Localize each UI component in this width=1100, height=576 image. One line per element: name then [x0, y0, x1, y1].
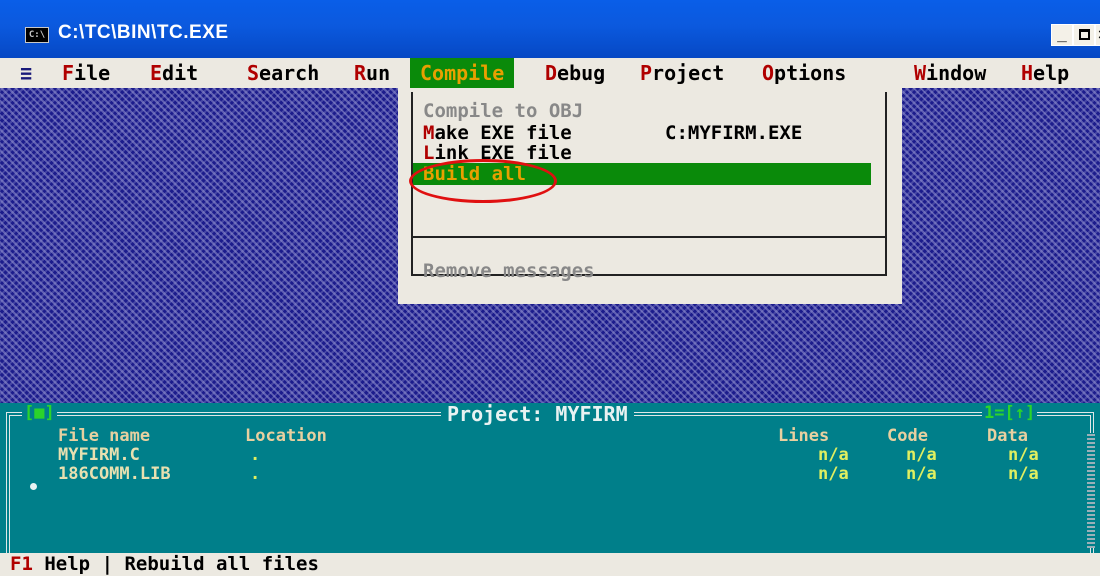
- menu-window[interactable]: Window: [914, 61, 986, 85]
- location-cell: .: [250, 445, 261, 465]
- minimize-button[interactable]: _: [1051, 24, 1073, 46]
- menu-run[interactable]: Run: [354, 61, 390, 85]
- menu-label: un: [366, 61, 391, 85]
- menu-label: ebug: [557, 61, 606, 85]
- item-hotkey: M: [423, 122, 435, 144]
- maximize-button[interactable]: [1073, 24, 1095, 46]
- col-header-file-name: File name: [58, 426, 151, 446]
- menu-search[interactable]: Search: [247, 61, 319, 85]
- data-cell: n/a: [1008, 445, 1039, 465]
- list-marker-icon: [30, 483, 37, 490]
- location-cell: .: [250, 464, 261, 484]
- highlight-ellipse: [409, 159, 557, 203]
- col-header-data: Data: [987, 426, 1028, 446]
- menu-label: ompile: [432, 61, 505, 85]
- lines-cell: n/a: [818, 464, 849, 484]
- menu-hotkey: F: [62, 61, 75, 85]
- console-icon[interactable]: C:\: [25, 27, 49, 43]
- menu-hotkey: C: [420, 61, 433, 85]
- dos-screen: ≡ File Edit Search Run Compile Debug Pro…: [0, 58, 1100, 576]
- col-header-location: Location: [245, 426, 327, 446]
- menu-label: ptions: [774, 61, 847, 85]
- menu-hotkey: D: [545, 61, 558, 85]
- exe-target: C:MYFIRM.EXE: [665, 122, 803, 144]
- system-menu[interactable]: ≡: [20, 61, 32, 85]
- status-bar: F1 Help | Rebuild all files: [0, 553, 1100, 576]
- help-label: Help: [44, 553, 91, 575]
- close-button[interactable]: ×: [1095, 24, 1100, 46]
- file-name-cell[interactable]: MYFIRM.C: [58, 445, 140, 465]
- menu-help[interactable]: Help: [1021, 61, 1069, 85]
- menu-hotkey: H: [1021, 61, 1034, 85]
- code-cell: n/a: [906, 445, 937, 465]
- compile-to-obj-item[interactable]: Compile to OBJ: [423, 100, 583, 122]
- menu-bar: ≡ File Edit Search Run Compile Debug Pro…: [0, 58, 1100, 88]
- item-label: Compile to OBJ: [423, 100, 584, 122]
- menu-hotkey: W: [914, 61, 927, 85]
- menu-project[interactable]: Project: [640, 61, 724, 85]
- menu-label: elp: [1033, 61, 1070, 85]
- f1-key[interactable]: F1: [10, 553, 33, 575]
- menu-hotkey: O: [762, 61, 775, 85]
- data-cell: n/a: [1008, 464, 1039, 484]
- item-hotkey: L: [423, 142, 435, 164]
- col-header-lines: Lines: [778, 426, 830, 446]
- window-title: C:\TC\BIN\TC.EXE: [58, 22, 229, 43]
- file-name-cell[interactable]: 186COMM.LIB: [58, 464, 171, 484]
- dropdown-separator: [411, 236, 887, 238]
- lines-cell: n/a: [818, 445, 849, 465]
- menu-label: roject: [652, 61, 725, 85]
- make-exe-item[interactable]: Make EXE file C:MYFIRM.EXE: [423, 122, 802, 144]
- remove-messages-item[interactable]: Remove messages: [423, 260, 595, 282]
- menu-label: dit: [162, 61, 199, 85]
- menu-edit[interactable]: Edit: [150, 61, 198, 85]
- menu-label: indow: [926, 61, 987, 85]
- item-label: ake EXE file: [434, 122, 572, 144]
- menu-file[interactable]: File: [62, 61, 110, 85]
- project-window: [■] Project: MYFIRM 1=[↑] File name Loca…: [0, 403, 1100, 576]
- maximize-icon: [1078, 29, 1090, 40]
- menu-hotkey: S: [247, 61, 260, 85]
- menu-hotkey: P: [640, 61, 653, 85]
- window-title-bar: C:\ C:\TC\BIN\TC.EXE _ ×: [0, 0, 1100, 58]
- item-label: Remove messages: [423, 260, 595, 282]
- menu-hotkey: E: [150, 61, 163, 85]
- menu-hotkey: R: [354, 61, 367, 85]
- menu-label: earch: [259, 61, 320, 85]
- status-message: Rebuild all files: [124, 553, 319, 575]
- code-cell: n/a: [906, 464, 937, 484]
- col-header-code: Code: [887, 426, 928, 446]
- project-file-table: File name Location Lines Code Data MYFIR…: [0, 403, 1100, 576]
- vertical-scrollbar[interactable]: [1087, 433, 1095, 548]
- menu-debug[interactable]: Debug: [545, 61, 605, 85]
- menu-compile[interactable]: Compile: [410, 58, 515, 88]
- status-separator: |: [101, 553, 114, 575]
- menu-label: ile: [74, 61, 111, 85]
- menu-options[interactable]: Options: [762, 61, 846, 85]
